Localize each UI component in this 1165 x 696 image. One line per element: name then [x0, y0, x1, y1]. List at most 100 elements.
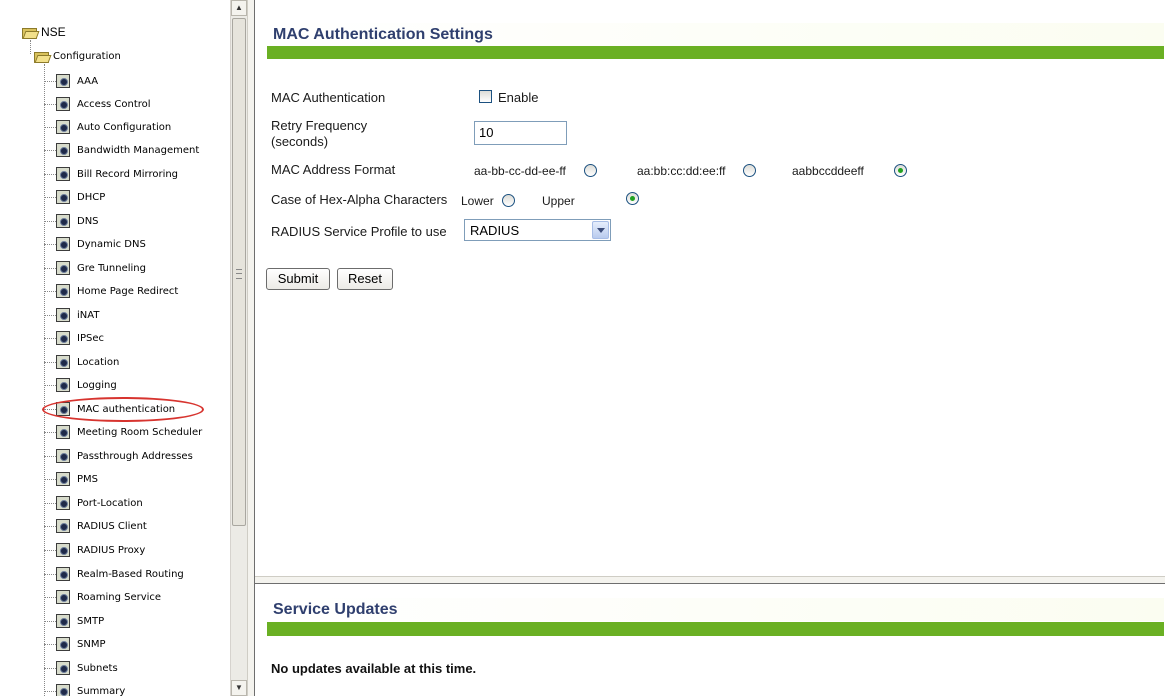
tree-item-radius-proxy[interactable]: RADIUS Proxy	[44, 540, 230, 560]
mac-format-dash-radio[interactable]	[584, 164, 597, 177]
chevron-down-icon[interactable]	[592, 221, 609, 239]
case-lower-label: Lower	[461, 194, 494, 208]
page-icon	[56, 472, 70, 486]
tree-item-roaming-service[interactable]: Roaming Service	[44, 587, 230, 607]
tree-item-realm-based-routing[interactable]: Realm-Based Routing	[44, 564, 230, 584]
mac-format-plain-radio[interactable]	[894, 164, 907, 177]
tree-item-dns[interactable]: DNS	[44, 211, 230, 231]
tree-item-inat[interactable]: iNAT	[44, 305, 230, 325]
tree-item-label: Bandwidth Management	[77, 144, 200, 156]
radius-profile-select[interactable]: RADIUS	[464, 219, 611, 241]
page-icon	[56, 590, 70, 604]
tree-item-label: PMS	[77, 473, 99, 485]
page-icon	[56, 74, 70, 88]
tree-item-dhcp[interactable]: DHCP	[44, 187, 230, 207]
tree-item-passthrough-addresses[interactable]: Passthrough Addresses	[44, 446, 230, 466]
submit-button[interactable]: Submit	[266, 268, 330, 290]
tree-item-label: RADIUS Client	[77, 520, 147, 532]
mac-format-colon-radio[interactable]	[743, 164, 756, 177]
header-bar	[267, 46, 1164, 59]
grip-icon	[236, 269, 242, 279]
tree-item-dynamic-dns[interactable]: Dynamic DNS	[44, 234, 230, 254]
retry-frequency-label: Retry Frequency	[271, 118, 368, 133]
settings-panel: MAC Authentication Settings MAC Authenti…	[256, 0, 1165, 576]
tree-item-port-location[interactable]: Port-Location	[44, 493, 230, 513]
page-icon	[56, 143, 70, 157]
reset-button[interactable]: Reset	[337, 268, 393, 290]
frame-divider[interactable]	[247, 0, 255, 696]
mac-format-option-plain-label: aabbccddeeff	[792, 164, 864, 178]
tree-item-radius-client[interactable]: RADIUS Client	[44, 516, 230, 536]
page-icon	[56, 378, 70, 392]
page-icon	[56, 190, 70, 204]
page-icon	[56, 425, 70, 439]
tree-item-label: Port-Location	[77, 497, 143, 509]
highlight-ring	[42, 397, 204, 422]
page-icon	[56, 684, 70, 696]
tree-item-label: Location	[77, 356, 120, 368]
tree-scrollbar[interactable]: ▲ ▼	[230, 0, 247, 696]
tree-item-smtp[interactable]: SMTP	[44, 611, 230, 631]
page-icon	[56, 284, 70, 298]
scrollbar-thumb[interactable]	[232, 18, 246, 526]
tree-item-label: Summary	[77, 685, 126, 696]
tree-item-pms[interactable]: PMS	[44, 469, 230, 489]
tree-item-label: IPSec	[77, 332, 104, 344]
tree-item-logging[interactable]: Logging	[44, 375, 230, 395]
page-icon	[56, 261, 70, 275]
case-lower-radio[interactable]	[502, 194, 515, 207]
enable-label: Enable	[498, 90, 539, 105]
page-icon	[56, 237, 70, 251]
page-icon	[56, 97, 70, 111]
case-upper-radio[interactable]	[626, 192, 639, 205]
tree-item-subnets[interactable]: Subnets	[44, 658, 230, 678]
tree-item-access-control[interactable]: Access Control	[44, 94, 230, 114]
page-icon	[56, 543, 70, 557]
tree-item-label: Passthrough Addresses	[77, 450, 193, 462]
tree-item-ipsec[interactable]: IPSec	[44, 328, 230, 348]
tree-item-snmp[interactable]: SNMP	[44, 634, 230, 654]
hex-case-label: Case of Hex-Alpha Characters	[271, 192, 448, 207]
page-icon	[56, 637, 70, 651]
tree-item-home-page-redirect[interactable]: Home Page Redirect	[44, 281, 230, 301]
frame-divider-horizontal[interactable]	[255, 576, 1165, 584]
page-icon	[56, 214, 70, 228]
tree-item-label: Auto Configuration	[77, 121, 172, 133]
tree-item-label: Realm-Based Routing	[77, 568, 184, 580]
retry-frequency-input[interactable]: 10	[474, 121, 567, 145]
tree-item-aaa[interactable]: AAA	[44, 71, 230, 91]
tree-folder-configuration[interactable]: Configuration	[34, 47, 121, 65]
page-icon	[56, 331, 70, 345]
page-icon	[56, 567, 70, 581]
page-icon	[56, 355, 70, 369]
settings-header: MAC Authentication Settings	[267, 23, 1164, 59]
page-title: MAC Authentication Settings	[273, 26, 493, 43]
tree-item-label: Home Page Redirect	[77, 285, 179, 297]
mac-authentication-enable-checkbox[interactable]	[479, 90, 492, 103]
tree-item-auto-configuration[interactable]: Auto Configuration	[44, 117, 230, 137]
tree-root-nse[interactable]: NSE	[22, 24, 66, 40]
case-upper-label: Upper	[542, 194, 575, 208]
folder-open-icon	[22, 26, 40, 39]
radius-profile-label: RADIUS Service Profile to use	[271, 224, 447, 239]
tree-item-label: Gre Tunneling	[77, 262, 146, 274]
tree-root-label: NSE	[41, 25, 66, 39]
page-icon	[56, 519, 70, 533]
tree-item-label: Meeting Room Scheduler	[77, 426, 203, 438]
page-icon	[56, 496, 70, 510]
scroll-down-arrow-icon[interactable]: ▼	[231, 680, 247, 696]
tree-folder-label: Configuration	[53, 50, 121, 62]
tree-item-label: RADIUS Proxy	[77, 544, 146, 556]
mac-address-format-label: MAC Address Format	[271, 162, 396, 177]
tree-item-label: DHCP	[77, 191, 106, 203]
tree-item-label: DNS	[77, 215, 99, 227]
tree-item-gre-tunneling[interactable]: Gre Tunneling	[44, 258, 230, 278]
tree-item-bill-record-mirroring[interactable]: Bill Record Mirroring	[44, 164, 230, 184]
tree-item-summary[interactable]: Summary	[44, 681, 230, 696]
tree-item-label: Logging	[77, 379, 117, 391]
scroll-up-arrow-icon[interactable]: ▲	[231, 0, 247, 16]
tree-item-bandwidth-management[interactable]: Bandwidth Management	[44, 140, 230, 160]
tree-item-location[interactable]: Location	[44, 352, 230, 372]
tree-item-meeting-room-scheduler[interactable]: Meeting Room Scheduler	[44, 422, 230, 442]
tree-item-label: Access Control	[77, 98, 151, 110]
